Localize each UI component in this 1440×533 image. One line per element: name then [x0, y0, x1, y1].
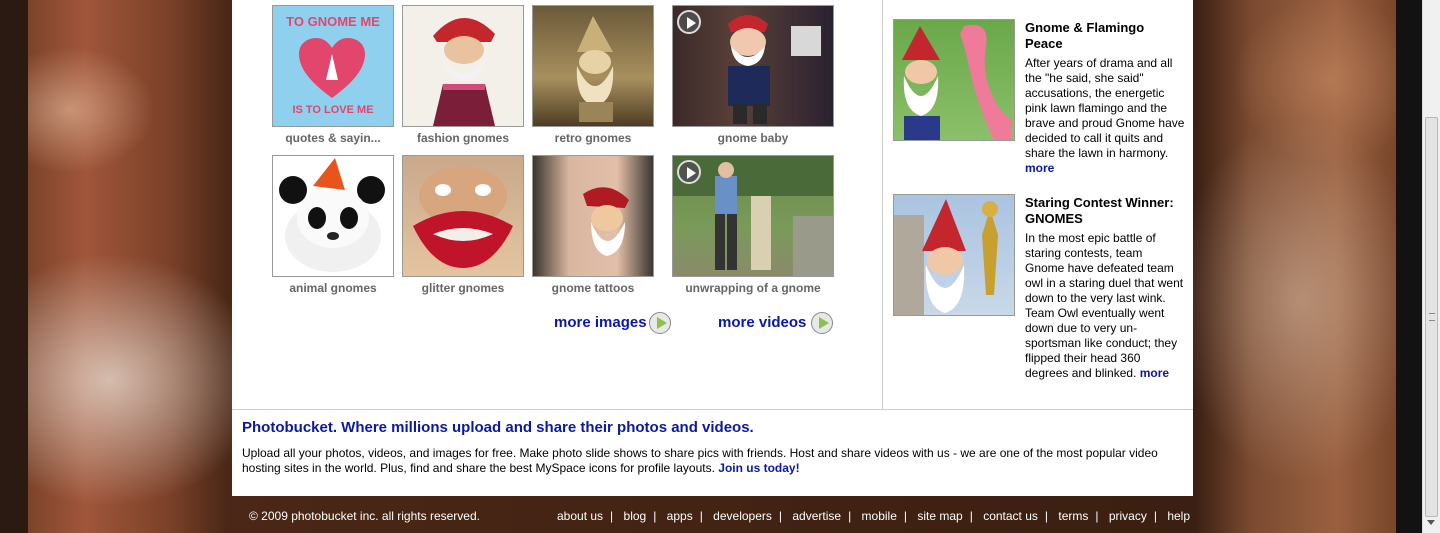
- footer-link-apps[interactable]: apps: [667, 509, 693, 523]
- window-edge-right: [1396, 0, 1422, 533]
- promo-body: Upload all your photos, videos, and imag…: [242, 446, 1172, 476]
- section-divider: [232, 409, 1193, 410]
- footer-link-blog[interactable]: blog: [624, 509, 647, 523]
- grip-icon: [1429, 313, 1435, 321]
- story-title[interactable]: Gnome & Flamingo Peace: [1025, 20, 1175, 52]
- gnome-flamingo-icon: [902, 24, 1012, 140]
- panda-icon: [279, 158, 385, 272]
- gnome-trophy-icon: [894, 199, 998, 315]
- caption-fashion-gnomes[interactable]: fashion gnomes: [402, 131, 524, 145]
- footer-link-privacy[interactable]: privacy: [1109, 509, 1147, 523]
- scrollbar-thumb[interactable]: [1425, 117, 1438, 517]
- story-image-flamingo[interactable]: [893, 19, 1015, 141]
- thumbnail-retro-gnomes[interactable]: [532, 5, 654, 127]
- caption-unwrapping-gnome[interactable]: unwrapping of a gnome: [672, 281, 834, 295]
- thumbnail-gnome-tattoos[interactable]: [532, 155, 654, 277]
- play-icon: [677, 160, 701, 184]
- story-body: In the most epic battle of staring conte…: [1025, 231, 1185, 381]
- thumbnail-glitter-gnomes[interactable]: [402, 155, 524, 277]
- story-more-link[interactable]: more: [1025, 161, 1054, 175]
- tattoo-gnome-icon: [583, 187, 629, 256]
- caption-gnome-tattoos[interactable]: gnome tattoos: [532, 281, 654, 295]
- content-panel: TO GNOME ME IS TO LOVE ME quotes & sayin…: [232, 0, 1193, 496]
- thumbnail-animal-gnomes[interactable]: [272, 155, 394, 277]
- column-divider: [882, 0, 883, 409]
- caption-retro-gnomes[interactable]: retro gnomes: [532, 131, 654, 145]
- play-icon: [677, 10, 701, 34]
- promo-title: Photobucket. Where millions upload and s…: [242, 419, 754, 436]
- footer-link-sitemap[interactable]: site map: [917, 509, 962, 523]
- thumbnail-text-top: TO GNOME ME: [286, 14, 380, 29]
- story-body: After years of drama and all the "he sai…: [1025, 56, 1185, 176]
- caption-gnome-baby[interactable]: gnome baby: [672, 131, 834, 145]
- footer-link-about[interactable]: about us: [557, 509, 603, 523]
- heart-icon: [299, 38, 365, 98]
- caption-quotes-sayings[interactable]: quotes & sayin...: [272, 131, 394, 145]
- promo-text: Upload all your photos, videos, and imag…: [242, 446, 1158, 475]
- thumbnail-text-bottom: IS TO LOVE ME: [292, 104, 374, 116]
- story-text: In the most epic battle of staring conte…: [1025, 231, 1184, 380]
- footer-link-contact[interactable]: contact us: [983, 509, 1038, 523]
- footer-link-advertise[interactable]: advertise: [792, 509, 841, 523]
- story-image-staring-contest[interactable]: [893, 194, 1015, 316]
- more-videos-link[interactable]: more videos: [718, 314, 806, 331]
- more-images-link[interactable]: more images: [554, 314, 647, 331]
- window-edge-left: [0, 0, 28, 533]
- scroll-down-arrow-icon[interactable]: [1427, 520, 1435, 525]
- thumbnail-unwrapping-gnome[interactable]: [672, 155, 834, 277]
- caption-glitter-gnomes[interactable]: glitter gnomes: [402, 281, 524, 295]
- thumbnail-quotes-sayings[interactable]: TO GNOME ME IS TO LOVE ME: [272, 5, 394, 127]
- story-title[interactable]: Staring Contest Winner: GNOMES: [1025, 195, 1183, 227]
- footer-link-help[interactable]: help: [1167, 509, 1190, 523]
- story-more-link[interactable]: more: [1140, 366, 1169, 380]
- join-link[interactable]: Join us today!: [718, 461, 799, 475]
- footer-link-mobile[interactable]: mobile: [862, 509, 897, 523]
- more-videos-arrow-icon[interactable]: [811, 312, 833, 334]
- thumbnail-gnome-baby[interactable]: [672, 5, 834, 127]
- copyright: © 2009 photobucket inc. all rights reser…: [249, 509, 480, 523]
- gnome-icon: [433, 17, 495, 126]
- gnome-icon: [576, 16, 614, 122]
- caption-animal-gnomes[interactable]: animal gnomes: [272, 281, 394, 295]
- footer-link-terms[interactable]: terms: [1058, 509, 1088, 523]
- vertical-scrollbar[interactable]: [1422, 0, 1440, 533]
- footer-link-developers[interactable]: developers: [713, 509, 772, 523]
- footer-links: about us | blog | apps | developers | advert…: [557, 509, 1190, 523]
- thumbnail-fashion-gnomes[interactable]: [402, 5, 524, 127]
- glitter-lips-icon: [413, 166, 513, 268]
- story-text: After years of drama and all the "he sai…: [1025, 56, 1185, 160]
- more-images-arrow-icon[interactable]: [649, 312, 671, 334]
